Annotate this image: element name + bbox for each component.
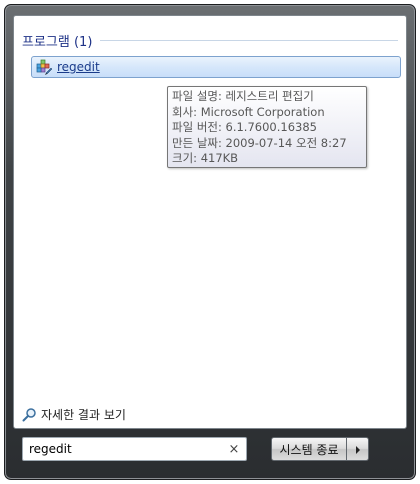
start-menu-frame: 프로그램 (1) regedit 파일 설명: 레지스트리 편집기 회사: Mi…: [4, 4, 416, 480]
shutdown-control: 시스템 종료: [271, 437, 369, 461]
tooltip-version: 파일 버전: 6.1.7600.16385: [172, 120, 317, 134]
shutdown-button[interactable]: 시스템 종료: [271, 437, 347, 461]
tooltip-size: 크기: 417KB: [172, 151, 239, 165]
search-icon: [22, 407, 37, 422]
shutdown-options-button[interactable]: [347, 437, 369, 461]
registry-editor-icon: [35, 58, 53, 76]
section-title: 프로그램 (1): [22, 34, 93, 50]
result-label: regedit: [57, 60, 100, 74]
programs-section-header: 프로그램 (1): [22, 30, 398, 50]
close-icon[interactable]: ×: [225, 442, 243, 457]
tooltip-company: 회사: Microsoft Corporation: [172, 104, 325, 119]
tooltip-created-date: 만든 날짜: 2009-07-14 오전 8:27: [172, 135, 347, 150]
see-more-results-link[interactable]: 자세한 결과 보기: [22, 405, 126, 423]
tooltip-description: 파일 설명: 레지스트리 편집기: [172, 89, 314, 103]
chevron-right-icon: [354, 440, 362, 459]
result-item-regedit[interactable]: regedit: [31, 56, 401, 78]
search-results-panel: 프로그램 (1) regedit 파일 설명: 레지스트리 편집기 회사: Mi…: [13, 15, 407, 429]
search-box[interactable]: ×: [22, 437, 247, 461]
section-divider: [100, 39, 398, 41]
search-input[interactable]: [23, 438, 225, 460]
file-info-tooltip: 파일 설명: 레지스트리 편집기 회사: Microsoft Corporati…: [167, 86, 367, 168]
see-more-results-label: 자세한 결과 보기: [41, 407, 126, 422]
